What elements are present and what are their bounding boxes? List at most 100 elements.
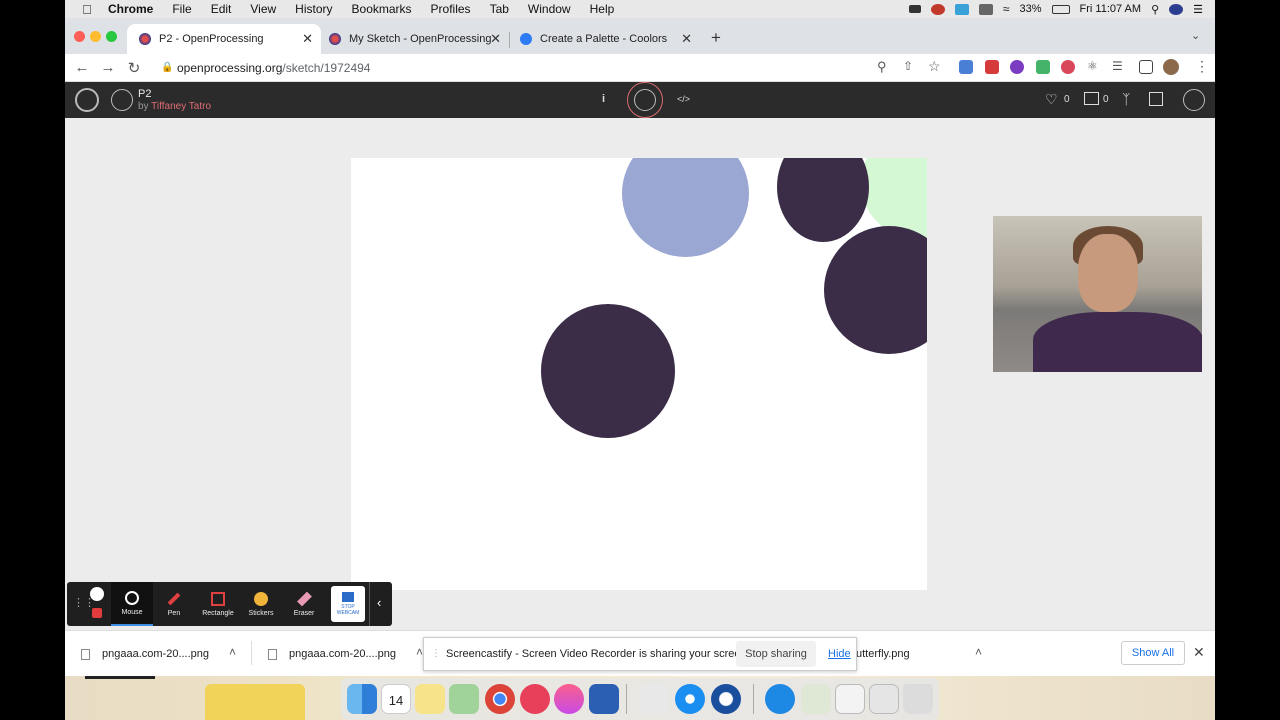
wifi-icon[interactable]: ≈ (1003, 2, 1010, 16)
hide-link[interactable]: Hide (828, 648, 851, 660)
tab-my-sketch[interactable]: My Sketch - OpenProcessing ✕ (317, 24, 509, 54)
download-options-chevron-icon[interactable]: ˄ (416, 645, 423, 659)
menu-tab[interactable]: Tab (490, 2, 509, 16)
close-downloads-icon[interactable]: ✕ (1193, 644, 1205, 661)
screencastify-extension-icon[interactable] (1061, 60, 1075, 74)
trash-icon[interactable] (903, 684, 933, 714)
clock[interactable]: Fri 11:07 AM (1080, 3, 1142, 15)
code-icon[interactable]: </> (677, 94, 690, 104)
extension-status-icon[interactable] (954, 3, 969, 15)
menu-edit[interactable]: Edit (211, 2, 232, 16)
author-link[interactable]: Tiffaney Tatro (151, 101, 211, 112)
sketch-canvas[interactable] (351, 158, 927, 590)
openprocessing-logo-icon[interactable] (75, 88, 99, 112)
new-tab-icon[interactable]: + (711, 28, 721, 48)
finder-icon[interactable] (347, 684, 377, 714)
word-icon[interactable] (589, 684, 619, 714)
menu-app-name[interactable]: Chrome (108, 2, 153, 16)
spotlight-search-icon[interactable]: ⚲ (1151, 3, 1159, 16)
author-avatar[interactable] (111, 89, 133, 111)
close-window-button[interactable] (74, 31, 85, 42)
menu-bookmarks[interactable]: Bookmarks (352, 2, 412, 16)
k-extension-icon[interactable] (1010, 60, 1024, 74)
tool-rectangle[interactable]: Rectangle (197, 582, 239, 626)
dropbox-icon[interactable] (978, 3, 993, 15)
download-item[interactable]: utterfly.png (856, 648, 910, 660)
menu-history[interactable]: History (295, 2, 332, 16)
notes-icon[interactable] (415, 684, 445, 714)
minimize-window-button[interactable] (90, 31, 101, 42)
green-extension-icon[interactable] (1036, 60, 1050, 74)
battery-icon[interactable] (1051, 4, 1070, 14)
menu-window[interactable]: Window (528, 2, 571, 16)
info-icon[interactable]: i (602, 93, 605, 105)
share-sketch-icon[interactable] (1149, 92, 1163, 106)
pause-icon[interactable] (90, 587, 104, 601)
tab-search-chevron-icon[interactable]: ⌄ (1191, 29, 1200, 42)
comment-icon[interactable] (1084, 92, 1099, 105)
maximize-window-button[interactable] (106, 31, 117, 42)
stop-webcam-button[interactable]: STOP WEBCAM (331, 586, 365, 622)
tool-mouse[interactable]: Mouse (111, 582, 153, 626)
app-store-icon[interactable] (765, 684, 795, 714)
tool-eraser[interactable]: Eraser (283, 582, 325, 626)
notice-drag-handle-icon[interactable]: ⋮ (431, 648, 441, 659)
show-all-button[interactable]: Show All (1121, 641, 1185, 665)
back-icon[interactable]: ← (69, 59, 95, 76)
chrome-icon[interactable] (485, 684, 515, 714)
address-bar[interactable]: openprocessing.org/sketch/1972494 (177, 61, 370, 75)
camera-icon[interactable] (908, 5, 921, 13)
webcam-overlay[interactable] (993, 216, 1202, 372)
download-item[interactable]: pngaaa.com-20....png (81, 648, 209, 660)
news-icon[interactable] (520, 684, 550, 714)
translate-extension-icon[interactable] (959, 60, 973, 74)
calendar-icon[interactable]: 14 (381, 684, 411, 714)
forward-icon[interactable]: → (95, 59, 121, 76)
menu-view[interactable]: View (250, 2, 276, 16)
window-preview-icon[interactable] (869, 684, 899, 714)
safari-icon[interactable] (675, 684, 705, 714)
download-item[interactable]: pngaaa.com-20....png (268, 648, 396, 660)
download-options-chevron-icon[interactable]: ˄ (975, 645, 982, 659)
tab-coolors[interactable]: Create a Palette - Coolors ✕ (508, 24, 700, 54)
stop-sharing-button[interactable]: Stop sharing (736, 641, 816, 667)
stop-recording-icon[interactable] (92, 608, 102, 618)
side-panel-icon[interactable] (1139, 60, 1153, 74)
lock-icon[interactable]: 🔒 (161, 62, 173, 73)
tool-stickers[interactable]: Stickers (240, 582, 282, 626)
webcam-icon (342, 592, 354, 602)
document-preview-icon[interactable] (835, 684, 865, 714)
fork-icon[interactable]: ᛉ (1122, 91, 1130, 107)
close-tab-icon[interactable]: ✕ (490, 31, 501, 47)
sticker-icon (254, 591, 268, 606)
menu-profiles[interactable]: Profiles (431, 2, 471, 16)
share-icon[interactable]: ⇧ (903, 59, 913, 73)
collapse-chevron-icon[interactable]: ‹ (377, 595, 381, 610)
more-menu-icon[interactable]: ⋮ (1195, 58, 1209, 75)
tool-pen[interactable]: Pen (153, 582, 195, 626)
heart-icon[interactable]: ♡ (1045, 91, 1058, 108)
maps-icon[interactable] (449, 684, 479, 714)
image-preview-icon[interactable] (801, 684, 831, 714)
download-options-chevron-icon[interactable]: ˄ (229, 645, 236, 659)
quicktime-icon[interactable] (711, 684, 741, 714)
zoom-icon[interactable]: ⚲ (877, 59, 887, 75)
close-tab-icon[interactable]: ✕ (302, 31, 313, 47)
menu-help[interactable]: Help (590, 2, 615, 16)
bookmark-star-icon[interactable]: ☆ (928, 58, 941, 75)
tab-p2-openprocessing[interactable]: P2 - OpenProcessing ✕ (127, 24, 321, 54)
extensions-puzzle-icon[interactable]: ⚛ (1087, 59, 1098, 73)
music-icon[interactable] (554, 684, 584, 714)
reader-app-icon[interactable] (639, 684, 669, 714)
user-profile-icon[interactable] (1183, 89, 1205, 111)
tp-extension-icon[interactable] (985, 60, 999, 74)
reading-list-icon[interactable]: ☰ (1112, 59, 1123, 73)
apple-icon[interactable]:  (80, 2, 94, 17)
control-center-icon[interactable]: ☰ (1193, 3, 1203, 16)
screencastify-icon[interactable] (930, 3, 945, 15)
profile-avatar[interactable] (1163, 59, 1179, 75)
reload-icon[interactable]: ↻ (121, 59, 147, 77)
menu-file[interactable]: File (172, 2, 191, 16)
close-tab-icon[interactable]: ✕ (681, 31, 692, 47)
siri-icon[interactable] (1169, 3, 1184, 15)
